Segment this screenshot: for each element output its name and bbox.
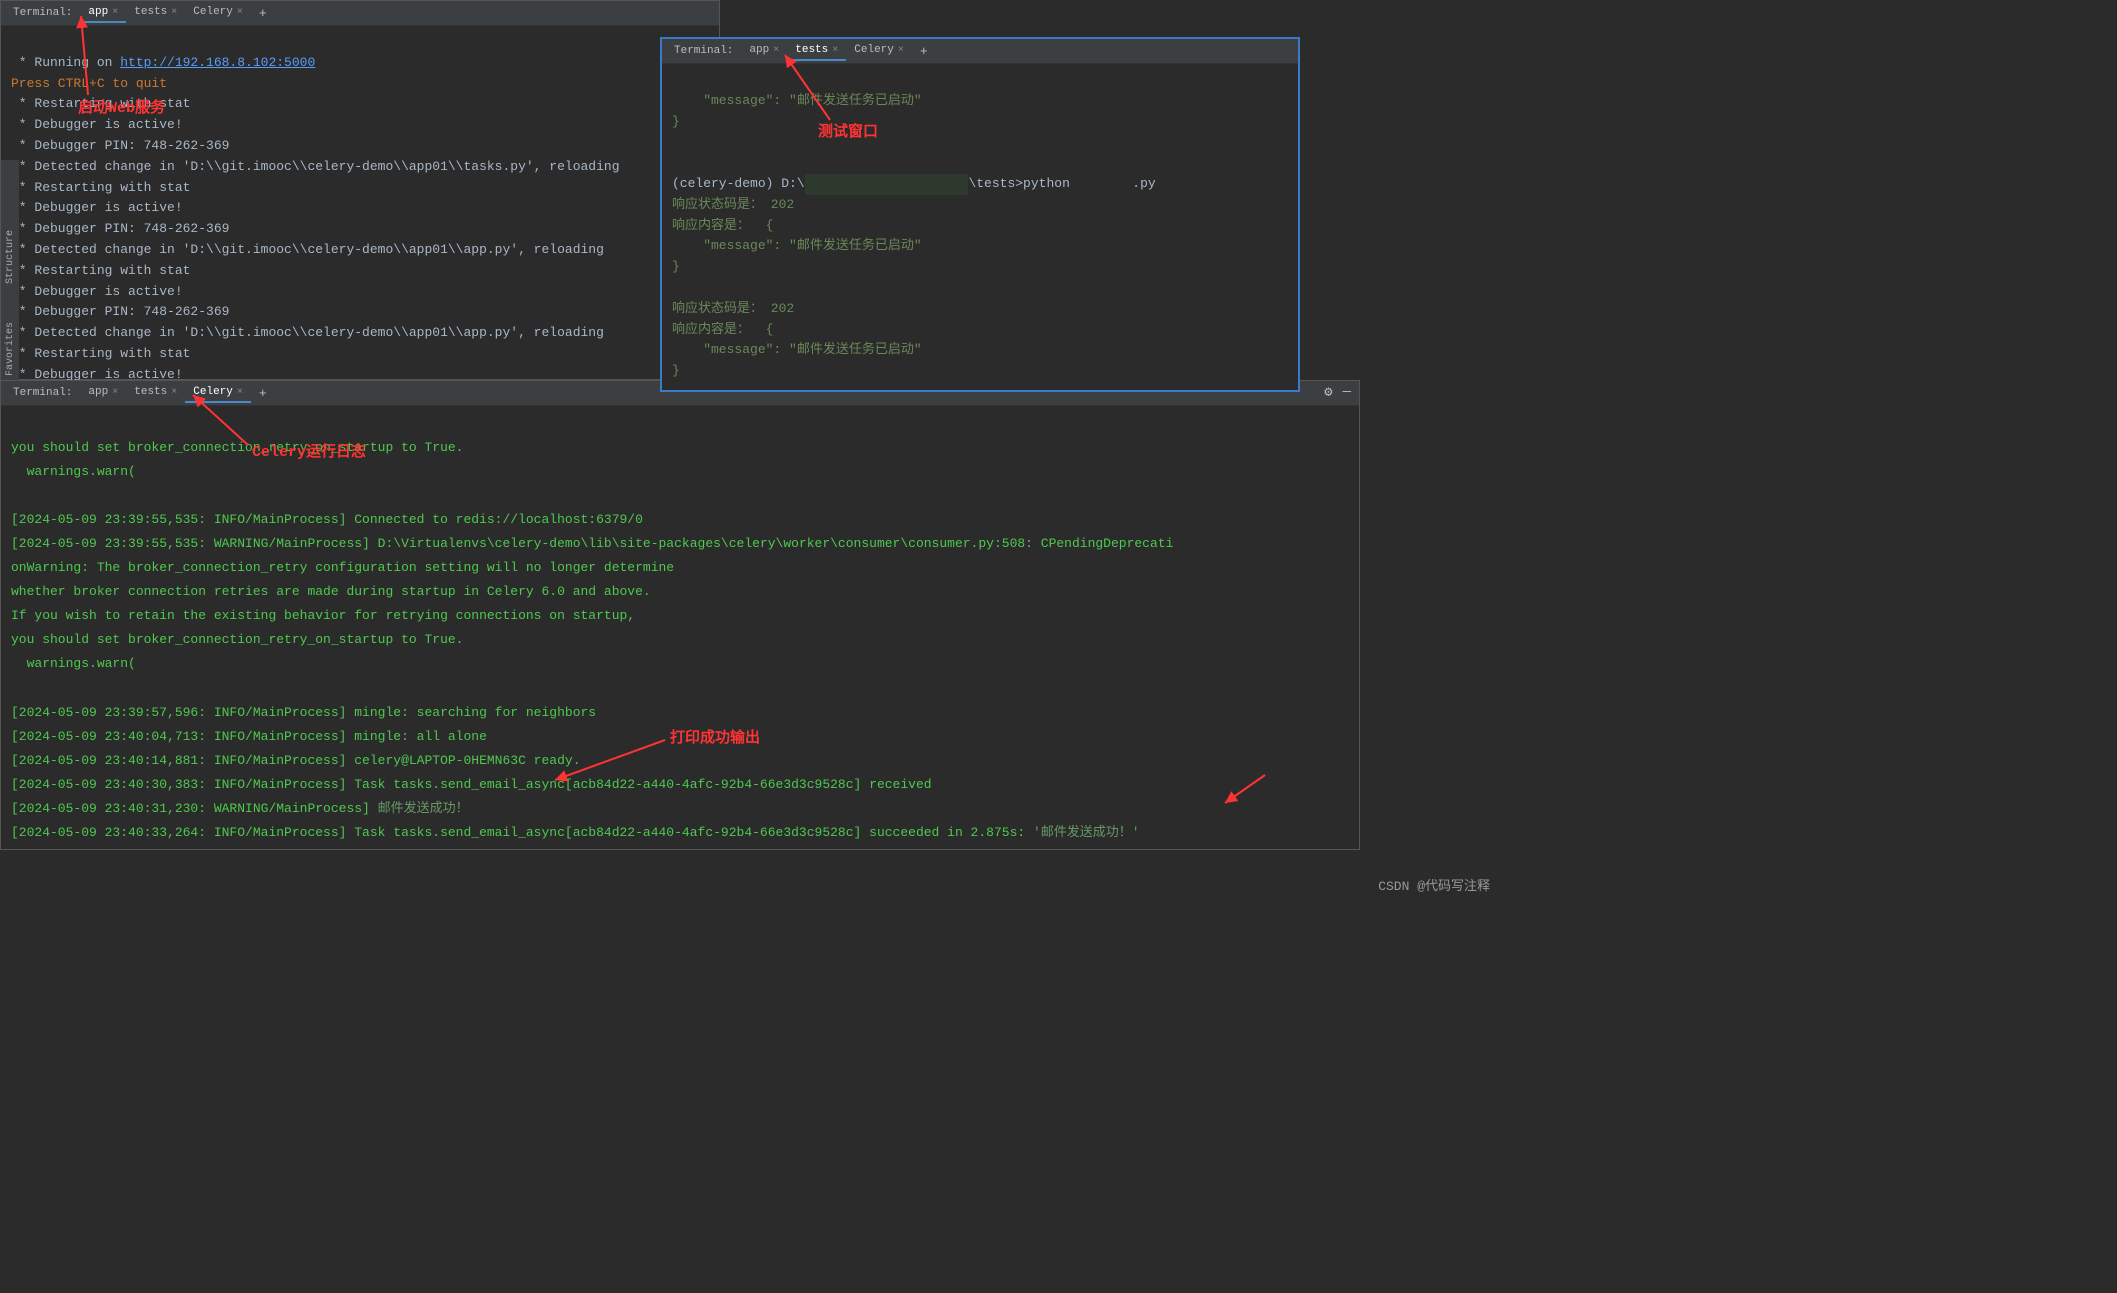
log-line: "message": "邮件发送任务已启动"	[672, 93, 922, 108]
terminal-label: Terminal:	[5, 387, 80, 399]
redacted-path: xxxxxxxxx xxxx xxxx	[805, 174, 969, 195]
gear-icon[interactable]: ⚙	[1324, 384, 1332, 401]
log-line: onWarning: The broker_connection_retry c…	[11, 560, 674, 575]
close-icon[interactable]: ×	[112, 7, 118, 18]
log-line: * Debugger PIN: 748-262-369	[11, 304, 229, 319]
log-line: * Detected change in 'D:\\git.imooc\\cel…	[11, 325, 604, 340]
add-tab-button[interactable]: +	[251, 6, 275, 21]
close-icon[interactable]: ×	[112, 387, 118, 398]
panel-celery-terminal: Terminal: app× tests× Celery× + ⚙ — you …	[0, 380, 1360, 850]
log-line: warnings.warn(	[11, 656, 136, 671]
sidebar-favorites[interactable]: Favorites	[5, 318, 16, 380]
log-line: }	[672, 363, 680, 378]
terminal-output-tests: "message": "邮件发送任务已启动" } (celery-demo) D…	[662, 64, 1298, 409]
panel-tests-terminal: Terminal: app× tests× Celery× + "message…	[660, 37, 1300, 392]
close-icon[interactable]: ×	[171, 387, 177, 398]
tab-tests[interactable]: tests×	[126, 3, 185, 23]
log-line: * Running on	[11, 55, 120, 70]
log-line: warnings.warn(	[11, 464, 136, 479]
server-url-link[interactable]: http://192.168.8.102:5000	[120, 55, 315, 70]
log-line: 响应状态码是： 202	[672, 301, 794, 316]
log-line: [2024-05-09 23:40:04,713: INFO/MainProce…	[11, 729, 487, 744]
close-icon[interactable]: ×	[773, 45, 779, 56]
log-line: [2024-05-09 23:40:33,264: INFO/MainProce…	[11, 825, 1140, 840]
close-icon[interactable]: ×	[898, 45, 904, 56]
log-line: 响应内容是： {	[672, 218, 773, 233]
log-line: }	[672, 259, 680, 274]
close-icon[interactable]: ×	[832, 45, 838, 56]
log-line: you should set broker_connection_retry_o…	[11, 632, 463, 647]
tab-celery[interactable]: Celery×	[185, 383, 251, 403]
terminal-label: Terminal:	[666, 45, 741, 57]
log-line: * Detected change in 'D:\\git.imooc\\cel…	[11, 242, 604, 257]
minimize-icon[interactable]: —	[1343, 384, 1351, 401]
log-line: 响应内容是： {	[672, 322, 773, 337]
close-icon[interactable]: ×	[237, 7, 243, 18]
log-line: "message": "邮件发送任务已启动"	[672, 238, 922, 253]
log-line: [2024-05-09 23:39:55,535: INFO/MainProce…	[11, 512, 643, 527]
log-line: [2024-05-09 23:40:31,230: WARNING/MainPr…	[11, 801, 469, 816]
log-line	[672, 280, 680, 295]
log-line	[672, 155, 680, 170]
log-line: [2024-05-09 23:39:57,596: INFO/MainProce…	[11, 705, 596, 720]
log-line: [2024-05-09 23:40:14,881: INFO/MainProce…	[11, 753, 581, 768]
log-line: Press CTRL+C to quit	[11, 76, 167, 91]
add-tab-button[interactable]: +	[912, 44, 936, 59]
log-line: * Debugger is active!	[11, 284, 183, 299]
tab-celery[interactable]: Celery×	[846, 41, 912, 61]
sidebar-structure[interactable]: Structure	[5, 226, 16, 288]
tab-celery[interactable]: Celery×	[185, 3, 251, 23]
terminal-label: Terminal:	[5, 7, 80, 19]
log-line: * Debugger PIN: 748-262-369	[11, 138, 229, 153]
log-line: * Restarting with stat	[11, 96, 190, 111]
tab-app[interactable]: app×	[80, 383, 126, 403]
log-line: * Restarting with stat	[11, 263, 190, 278]
log-line: "message": "邮件发送任务已启动"	[672, 342, 922, 357]
tab-app[interactable]: app×	[80, 3, 126, 23]
watermark-text: CSDN @代码写注释	[1378, 875, 1490, 894]
tab-app[interactable]: app×	[741, 41, 787, 61]
ide-sidebar-left: Structure Favorites	[1, 160, 19, 380]
prompt-line: (celery-demo) D:\xxxxxxxxx xxxx xxxx\tes…	[672, 176, 1156, 191]
log-line: If you wish to retain the existing behav…	[11, 608, 635, 623]
tab-bar-topright: Terminal: app× tests× Celery× +	[662, 39, 1298, 64]
log-line: you should set broker_connection_retry_o…	[11, 440, 463, 455]
log-line: * Debugger is active!	[11, 117, 183, 132]
log-line	[11, 488, 19, 503]
log-line	[11, 681, 19, 696]
log-line: * Debugger PIN: 748-262-369	[11, 221, 229, 236]
panel-toolbar: ⚙ —	[1324, 384, 1351, 401]
close-icon[interactable]: ×	[237, 387, 243, 398]
add-tab-button[interactable]: +	[251, 386, 275, 401]
log-line: * Debugger is active!	[11, 200, 183, 215]
log-line: [2024-05-09 23:39:55,535: WARNING/MainPr…	[11, 536, 1173, 551]
panel-app-terminal: Terminal: app× tests× Celery× + * Runnin…	[0, 0, 720, 380]
log-line	[672, 134, 680, 149]
log-line: * Restarting with stat	[11, 346, 190, 361]
log-line: * Restarting with stat	[11, 180, 190, 195]
log-line: whether broker connection retries are ma…	[11, 584, 651, 599]
tab-tests[interactable]: tests×	[126, 383, 185, 403]
tab-tests[interactable]: tests×	[787, 41, 846, 61]
log-line: * Detected change in 'D:\\git.imooc\\cel…	[11, 159, 620, 174]
log-line: }	[672, 114, 680, 129]
log-line: [2024-05-09 23:40:30,383: INFO/MainProce…	[11, 777, 932, 792]
log-line: 响应状态码是： 202	[672, 197, 794, 212]
terminal-output-celery: you should set broker_connection_retry_o…	[1, 406, 1359, 875]
terminal-output-app: * Running on http://192.168.8.102:5000 P…	[1, 26, 719, 433]
tab-bar-topleft: Terminal: app× tests× Celery× +	[1, 1, 719, 26]
close-icon[interactable]: ×	[171, 7, 177, 18]
